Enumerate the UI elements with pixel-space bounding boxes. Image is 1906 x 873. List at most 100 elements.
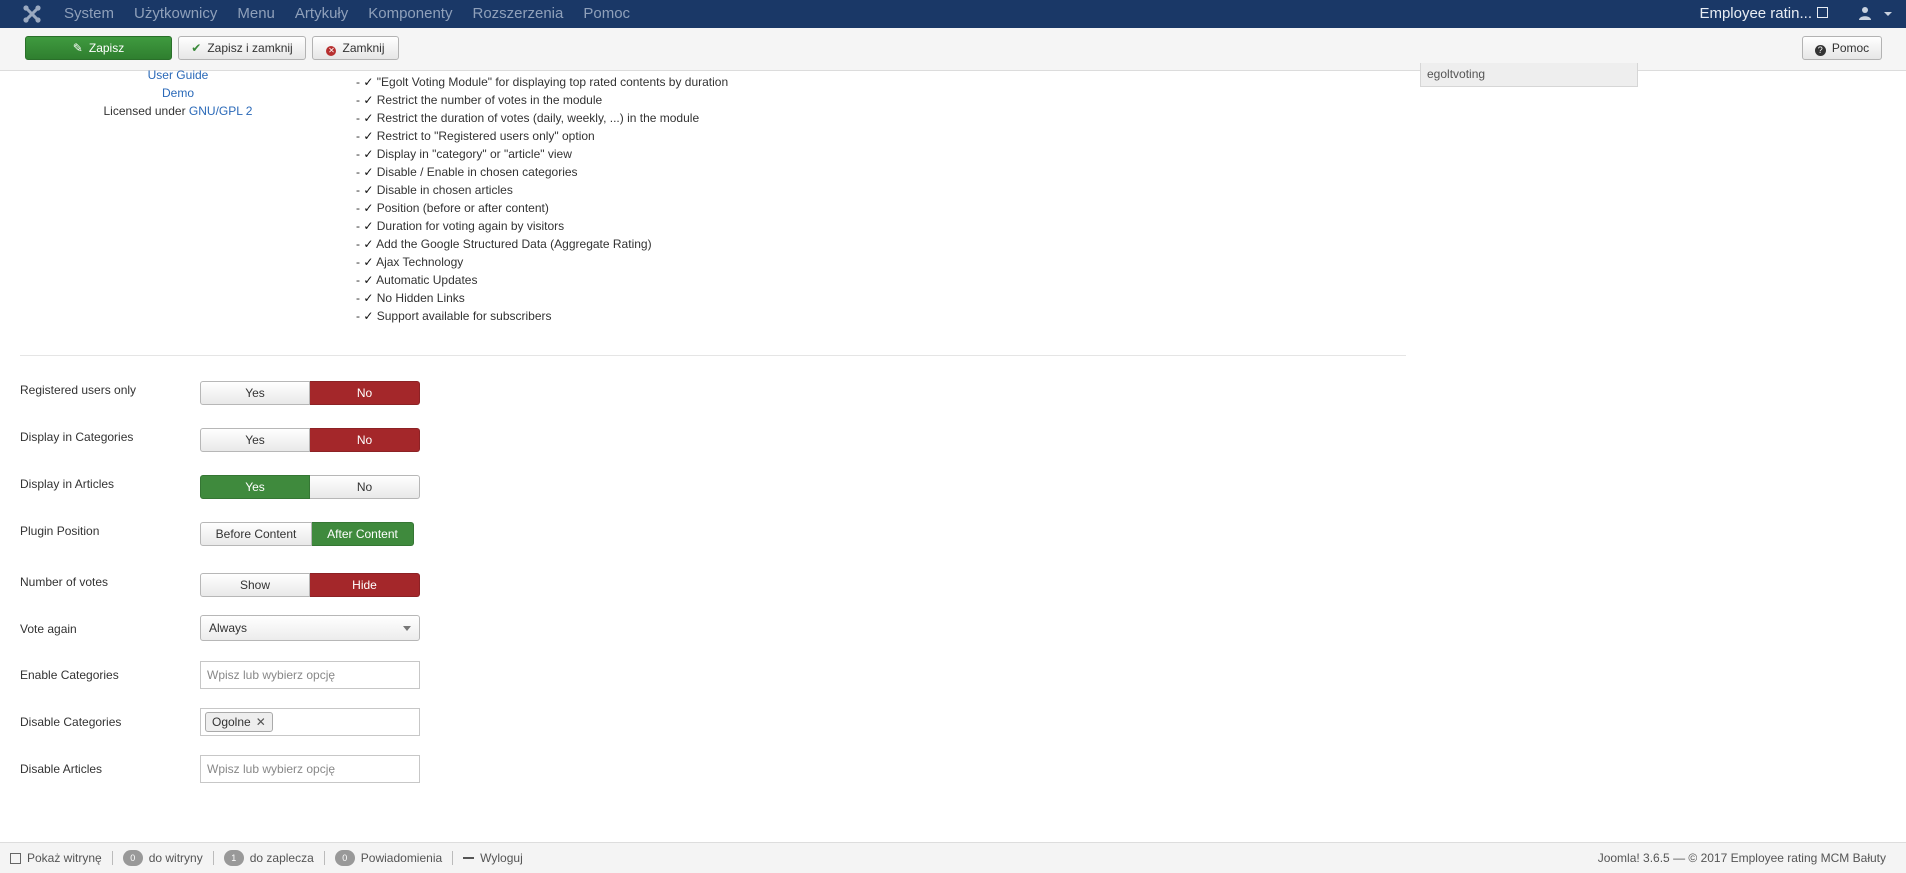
edit-icon: ✎	[72, 41, 83, 55]
menu-item-components[interactable]: Komponenty	[368, 0, 452, 28]
display-articles-label: Display in Articles	[20, 477, 115, 491]
messages-link[interactable]: 0 Powiadomienia	[334, 850, 442, 866]
user-guide-link[interactable]: User Guide	[148, 68, 209, 82]
list-item: - ✓ Support available for subscribers	[356, 309, 552, 323]
menu-item-menu[interactable]: Menu	[237, 0, 275, 28]
display-categories-no[interactable]: No	[310, 428, 420, 452]
registered-only-toggle: Yes No	[200, 381, 420, 405]
check-icon: ✓	[363, 255, 374, 269]
site-name: Employee ratin...	[1699, 5, 1812, 22]
close-button[interactable]: ✕ Zamknij	[312, 36, 399, 60]
disable-categories-input[interactable]: Ogolne ✕	[200, 708, 420, 736]
disable-articles-label: Disable Articles	[20, 762, 103, 776]
check-icon: ✓	[363, 201, 374, 215]
check-icon: ✓	[363, 183, 374, 197]
display-categories-yes[interactable]: Yes	[200, 428, 310, 452]
plugin-position-toggle: Before Content After Content	[200, 522, 414, 546]
list-item: - ✓ Display in "category" or "article" v…	[356, 147, 572, 161]
votes-show[interactable]: Show	[200, 573, 310, 597]
license-link[interactable]: GNU/GPL 2	[189, 104, 253, 118]
divider	[20, 355, 1406, 356]
admins-status: 1 do zaplecza	[223, 850, 314, 866]
display-categories-toggle: Yes No	[200, 428, 420, 452]
list-item: - ✓ Add the Google Structured Data (Aggr…	[356, 237, 652, 251]
list-item: - ✓ Duration for voting again by visitor…	[356, 219, 565, 233]
disable-categories-label: Disable Categories	[20, 715, 122, 729]
site-link[interactable]: Employee ratin...	[1699, 0, 1828, 27]
check-icon: ✓	[363, 291, 374, 305]
number-of-votes-label: Number of votes	[20, 575, 109, 589]
save-button[interactable]: ✎ Zapisz	[25, 36, 172, 60]
visitors-badge: 0	[122, 850, 143, 866]
user-icon[interactable]	[1858, 6, 1872, 20]
menu-item-extensions[interactable]: Rozszerzenia	[472, 0, 563, 28]
display-articles-toggle: Yes No	[200, 475, 420, 499]
demo-link[interactable]: Demo	[162, 86, 194, 100]
menu-item-users[interactable]: Użytkownicy	[134, 0, 217, 28]
version-info: Joomla! 3.6.5 — © 2017 Employee rating M…	[1597, 851, 1886, 865]
view-site-link[interactable]: Pokaż witrynę	[10, 851, 102, 865]
license-text: Licensed under	[103, 104, 189, 118]
messages-badge: 0	[334, 850, 355, 866]
list-item: - ✓ Disable / Enable in chosen categorie…	[356, 165, 578, 179]
divider	[452, 851, 454, 865]
feature-list: - ✓ "Egolt Voting Module" for displaying…	[356, 73, 728, 325]
plugin-position-label: Plugin Position	[20, 524, 100, 538]
check-icon: ✓	[363, 219, 374, 233]
menu-item-help[interactable]: Pomoc	[583, 0, 630, 28]
top-navbar: System Użytkownicy Menu Artykuły Kompone…	[0, 0, 1906, 28]
divider	[212, 851, 214, 865]
check-icon: ✓	[363, 111, 374, 125]
list-item: - ✓ Restrict to "Registered users only" …	[356, 129, 595, 143]
registered-only-no[interactable]: No	[310, 381, 420, 405]
question-icon: ?	[1814, 45, 1826, 56]
list-item: - ✓ No Hidden Links	[356, 291, 465, 305]
vote-again-label: Vote again	[20, 622, 77, 636]
list-item: - ✓ "Egolt Voting Module" for displaying…	[356, 75, 729, 89]
list-item: - ✓ Restrict the duration of votes (dail…	[356, 111, 700, 125]
display-categories-label: Display in Categories	[20, 430, 134, 444]
menu-item-articles[interactable]: Artykuły	[295, 0, 348, 28]
check-icon: ✓	[363, 75, 374, 89]
menu-item-system[interactable]: System	[64, 0, 114, 28]
display-articles-yes[interactable]: Yes	[200, 475, 310, 499]
list-item: - ✓ Disable in chosen articles	[356, 183, 513, 197]
number-of-votes-toggle: Show Hide	[200, 573, 420, 597]
help-button[interactable]: ? Pomoc	[1802, 36, 1882, 60]
plugin-info: User Guide Demo Licensed under GNU/GPL 2	[0, 66, 356, 120]
chevron-down-icon	[403, 626, 411, 631]
registered-only-yes[interactable]: Yes	[200, 381, 310, 405]
position-before-content[interactable]: Before Content	[200, 522, 312, 546]
votes-hide[interactable]: Hide	[310, 573, 420, 597]
list-item: - ✓ Restrict the number of votes in the …	[356, 93, 603, 107]
save-close-button[interactable]: ✔ Zapisz i zamknij	[178, 36, 306, 60]
minus-icon	[463, 857, 475, 859]
category-tag: Ogolne ✕	[205, 712, 273, 732]
external-link-icon	[10, 852, 21, 864]
registered-only-label: Registered users only	[20, 383, 137, 397]
admins-badge: 1	[223, 850, 244, 866]
remove-tag-icon[interactable]: ✕	[256, 715, 266, 729]
vote-again-value: Always	[209, 621, 248, 635]
display-articles-no[interactable]: No	[310, 475, 420, 499]
check-icon: ✓	[363, 147, 374, 161]
check-icon: ✓	[363, 165, 374, 179]
list-item: - ✓ Automatic Updates	[356, 273, 478, 287]
check-icon: ✓	[363, 93, 374, 107]
disable-articles-input[interactable]: Wpisz lub wybierz opcję	[200, 755, 420, 783]
check-icon: ✓	[363, 237, 374, 251]
external-link-icon	[1817, 7, 1828, 18]
joomla-logo-icon[interactable]	[22, 4, 42, 24]
position-after-content[interactable]: After Content	[312, 522, 414, 546]
logout-link[interactable]: Wyloguj	[463, 851, 523, 865]
divider	[111, 851, 113, 865]
enable-categories-input[interactable]: Wpisz lub wybierz opcję	[200, 661, 420, 689]
list-item: - ✓ Position (before or after content)	[356, 201, 549, 215]
chevron-down-icon[interactable]	[1884, 12, 1892, 16]
main-menu: System Użytkownicy Menu Artykuły Kompone…	[64, 0, 650, 28]
check-icon: ✓	[363, 309, 374, 323]
vote-again-select[interactable]: Always	[200, 615, 420, 641]
check-icon: ✓	[363, 273, 374, 287]
check-icon: ✓	[363, 129, 374, 143]
plugin-element-field[interactable]: egoltvoting	[1420, 63, 1638, 87]
